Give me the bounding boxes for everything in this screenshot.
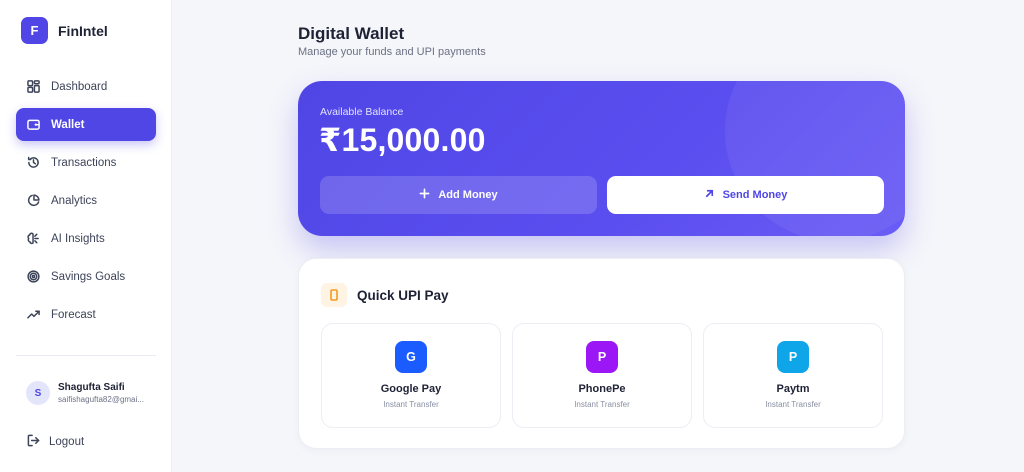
- upi-app-google-pay[interactable]: G Google Pay Instant Transfer: [321, 323, 501, 428]
- google-pay-icon: G: [395, 341, 427, 373]
- upi-app-subtitle: Instant Transfer: [383, 400, 439, 409]
- send-money-label: Send Money: [722, 189, 788, 201]
- sidebar-item-label: AI Insights: [51, 232, 105, 245]
- avatar: S: [26, 381, 50, 405]
- quick-upi-pay-card: Quick UPI Pay G Google Pay Instant Trans…: [298, 258, 905, 449]
- trending-up-icon: [27, 308, 40, 321]
- sidebar-nav: Dashboard Wallet Transactions Analytics …: [16, 70, 156, 336]
- upi-app-paytm[interactable]: P Paytm Instant Transfer: [703, 323, 883, 428]
- user-profile[interactable]: S Shagufta Saifi saifishagufta82@gmai...: [26, 381, 150, 405]
- logout-button[interactable]: Logout: [27, 434, 84, 450]
- upi-title: Quick UPI Pay: [357, 287, 449, 303]
- sidebar: F FinIntel Dashboard Wallet Transactions: [0, 0, 172, 472]
- sidebar-item-label: Transactions: [51, 156, 117, 169]
- phonepe-icon: P: [586, 341, 618, 373]
- user-name: Shagufta Saifi: [58, 382, 125, 393]
- balance-amount: ₹15,000.00: [319, 122, 486, 158]
- upi-app-phonepe[interactable]: P PhonePe Instant Transfer: [512, 323, 692, 428]
- pie-chart-icon: [27, 194, 40, 207]
- paytm-icon: P: [777, 341, 809, 373]
- upi-app-name: Paytm: [776, 383, 810, 395]
- balance-label: Available Balance: [320, 106, 404, 118]
- target-icon: [27, 270, 40, 283]
- sidebar-item-analytics[interactable]: Analytics: [16, 184, 156, 217]
- sidebar-item-wallet[interactable]: Wallet: [16, 108, 156, 141]
- sidebar-item-savings-goals[interactable]: Savings Goals: [16, 260, 156, 293]
- logout-icon: [27, 434, 40, 450]
- user-email: saifishagufta82@gmai...: [58, 395, 144, 404]
- send-money-button[interactable]: Send Money: [607, 176, 884, 214]
- brand-name: FinIntel: [58, 22, 108, 39]
- brand[interactable]: F FinIntel: [21, 17, 108, 44]
- upi-app-list: G Google Pay Instant Transfer P PhonePe …: [321, 323, 883, 428]
- upi-app-subtitle: Instant Transfer: [765, 400, 821, 409]
- brand-logo: F: [21, 17, 48, 44]
- sidebar-item-label: Analytics: [51, 194, 98, 207]
- smartphone-icon: [321, 283, 347, 307]
- sidebar-item-forecast[interactable]: Forecast: [16, 298, 156, 331]
- dashboard-icon: [27, 80, 40, 93]
- balance-card: Available Balance ₹15,000.00 Add Money S…: [298, 81, 905, 236]
- sidebar-item-label: Dashboard: [51, 80, 108, 93]
- upi-app-name: Google Pay: [380, 383, 442, 395]
- add-money-button[interactable]: Add Money: [320, 176, 597, 214]
- plus-icon: [419, 188, 430, 202]
- brain-icon: [27, 232, 40, 245]
- wallet-icon: [27, 118, 40, 131]
- upi-header: Quick UPI Pay: [321, 283, 449, 307]
- page-subtitle: Manage your funds and UPI payments: [298, 46, 486, 58]
- sidebar-item-label: Forecast: [51, 308, 96, 321]
- sidebar-item-label: Savings Goals: [51, 270, 126, 283]
- logout-label: Logout: [49, 436, 85, 448]
- sidebar-item-label: Wallet: [51, 118, 85, 131]
- add-money-label: Add Money: [438, 189, 498, 201]
- sidebar-divider: [16, 355, 156, 356]
- history-icon: [27, 156, 40, 169]
- sidebar-item-ai-insights[interactable]: AI Insights: [16, 222, 156, 255]
- upi-app-subtitle: Instant Transfer: [574, 400, 630, 409]
- arrow-up-right-icon: [704, 188, 715, 202]
- sidebar-item-dashboard[interactable]: Dashboard: [16, 70, 156, 103]
- sidebar-item-transactions[interactable]: Transactions: [16, 146, 156, 179]
- upi-app-name: PhonePe: [578, 383, 626, 395]
- page-title: Digital Wallet: [298, 24, 405, 43]
